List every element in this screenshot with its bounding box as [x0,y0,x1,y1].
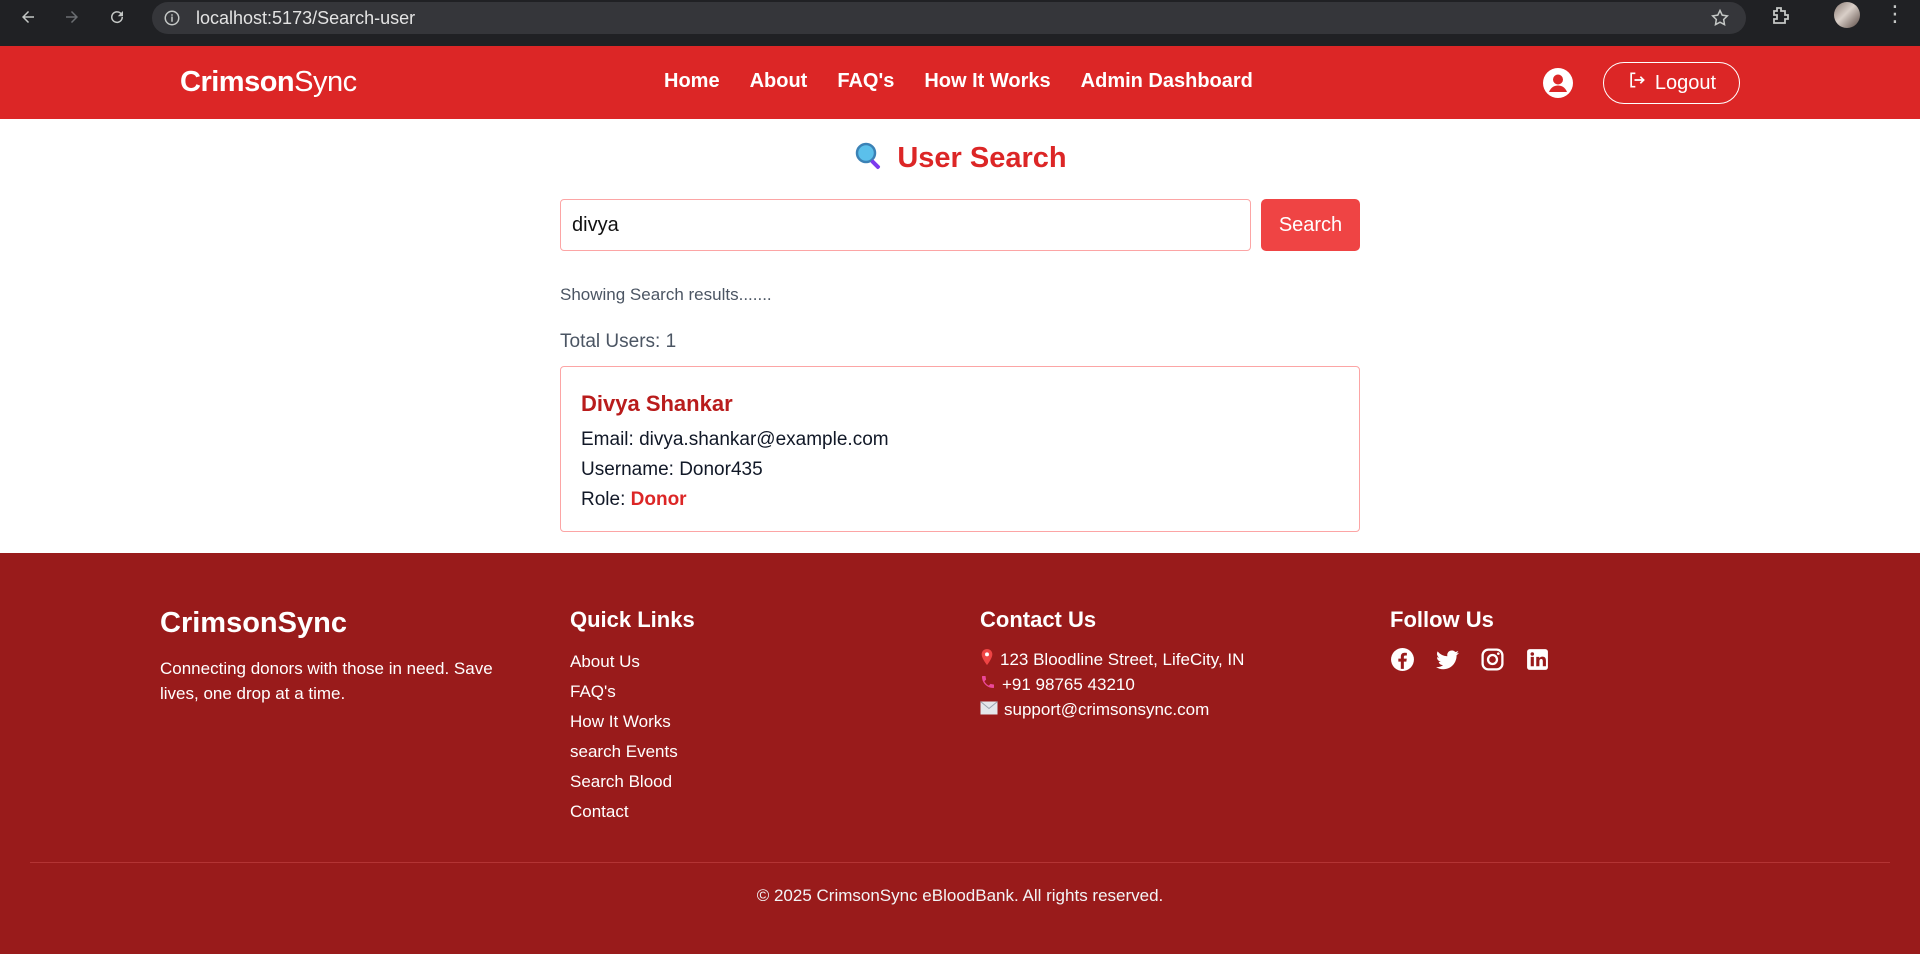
follow-heading: Follow Us [1390,607,1494,632]
site-info-icon[interactable] [162,8,182,28]
contact-address-row: 123 Bloodline Street, LifeCity, IN [980,647,1244,672]
main-nav: Home About FAQ's How It Works Admin Dash… [664,70,1253,93]
url-text[interactable]: localhost:5173/Search-user [196,8,415,29]
user-username: Donor435 [679,459,763,480]
results-status: Showing Search results....... [560,285,772,304]
page-title-text: User Search [897,141,1067,174]
logout-label: Logout [1654,71,1717,94]
linkedin-icon[interactable] [1525,647,1550,672]
contact-phone: +91 98765 43210 [1002,675,1135,694]
reload-icon[interactable] [103,3,131,31]
footer-link-search-blood[interactable]: Search Blood [570,767,695,797]
footer-divider [30,862,1890,863]
search-input[interactable] [560,199,1251,251]
browser-chrome: localhost:5173/Search-user ⋮ [0,0,1920,46]
footer-brand: CrimsonSync [160,607,347,639]
brand-logo[interactable]: CrimsonSync [180,66,357,99]
search-button[interactable]: Search [1261,199,1360,251]
contact-email: support@crimsonsync.com [1004,700,1210,719]
nav-faqs[interactable]: FAQ's [837,70,894,93]
user-name: Divya Shankar [581,391,733,416]
footer-link-how-it-works[interactable]: How It Works [570,707,695,737]
contact-address: 123 Bloodline Street, LifeCity, IN [1000,650,1245,669]
logout-icon [1627,70,1647,96]
instagram-icon[interactable] [1480,647,1505,672]
total-users-count: Total Users: 1 [560,331,677,352]
address-bar[interactable]: localhost:5173/Search-user [152,2,1746,34]
more-menu-icon[interactable]: ⋮ [1884,2,1906,27]
contact-email-row: support@crimsonsync.com [980,697,1244,722]
extensions-icon[interactable] [1768,4,1792,32]
contact-heading: Contact Us [980,607,1097,632]
nav-admin-dashboard[interactable]: Admin Dashboard [1081,70,1253,93]
footer-follow: Follow Us [1390,607,1550,672]
forward-arrow-icon[interactable] [58,3,86,31]
envelope-icon [980,697,998,722]
bookmark-star-icon[interactable] [1710,8,1730,32]
facebook-icon[interactable] [1390,647,1415,672]
nav-how-it-works[interactable]: How It Works [924,70,1050,93]
copyright-text: © 2025 CrimsonSync eBloodBank. All right… [756,886,1164,905]
user-role-row: Role: Donor [581,489,687,510]
quick-links-heading: Quick Links [570,607,695,632]
site-footer: CrimsonSync Connecting donors with those… [0,553,1920,954]
footer-link-about-us[interactable]: About Us [570,647,695,677]
nav-about[interactable]: About [750,70,808,93]
search-bar: Search [560,199,1360,251]
logout-button[interactable]: Logout [1603,62,1740,104]
contact-phone-row: +91 98765 43210 [980,672,1244,697]
magnifier-icon [853,140,885,176]
phone-icon [980,672,996,697]
user-email: divya.shankar@example.com [639,429,889,450]
back-arrow-icon[interactable] [14,3,42,31]
footer-link-search-events[interactable]: search Events [570,737,695,767]
twitter-icon[interactable] [1435,647,1460,672]
user-username-row: Username: Donor435 [581,459,763,480]
footer-contact: Contact Us 123 Bloodline Street, LifeCit… [980,607,1244,722]
user-profile-icon[interactable] [1542,67,1574,99]
user-role: Donor [630,489,687,510]
nav-home[interactable]: Home [664,70,720,93]
map-pin-icon [980,647,994,672]
user-result-card: Divya Shankar Email: divya.shankar@examp… [560,366,1360,532]
footer-about: CrimsonSync Connecting donors with those… [160,607,510,706]
site-header: CrimsonSync Home About FAQ's How It Work… [0,46,1920,119]
user-email-row: Email: divya.shankar@example.com [581,429,889,450]
footer-link-contact[interactable]: Contact [570,797,695,827]
footer-description: Connecting donors with those in need. Sa… [160,659,493,703]
profile-avatar[interactable] [1834,2,1860,28]
footer-quick-links: Quick Links About Us FAQ's How It Works … [570,607,695,827]
footer-link-faqs[interactable]: FAQ's [570,677,695,707]
page-title: User Search [0,140,1920,176]
